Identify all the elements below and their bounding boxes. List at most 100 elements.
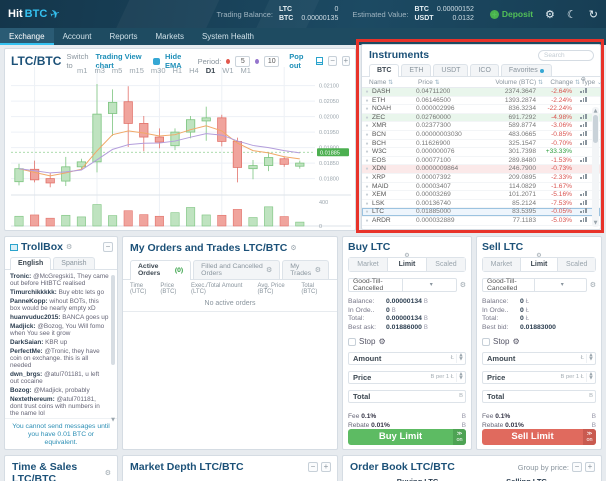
deposit-button[interactable]: + Deposit [489, 9, 533, 19]
tab-filled-cancelled[interactable]: Filled and Cancelled Orders ⚙ [193, 260, 281, 279]
tab-my-trades[interactable]: My Trades ⚙ [282, 260, 329, 279]
favorite-dot-icon[interactable]: ● [362, 114, 372, 123]
stop-checkbox[interactable] [482, 337, 490, 346]
tab-english[interactable]: English [10, 257, 52, 270]
nav-item-reports[interactable]: Reports [101, 28, 147, 45]
chart-type-icon[interactable] [572, 130, 592, 140]
tab-limit[interactable]: Limit [388, 258, 427, 271]
favorite-dot-icon[interactable]: ● [362, 97, 372, 106]
tab-gear-icon[interactable]: ⚙ [404, 252, 409, 259]
chat-username[interactable]: Madjick: [10, 323, 36, 330]
favorite-dot-icon[interactable]: ● [362, 105, 372, 114]
favorite-dot-icon[interactable]: ● [362, 140, 372, 149]
orders-gear-icon[interactable]: ⚙ [290, 244, 296, 252]
instrument-row-bch[interactable]: ● BCH 0.11626900 325.1547 -0.70% [362, 139, 600, 149]
timeframe-d1[interactable]: D1 [206, 66, 216, 75]
instrument-row-ardr[interactable]: ● ARDR 0.000032889 77.1183 -5.03% [362, 216, 600, 226]
instruments-tab-eth[interactable]: ETH [401, 64, 432, 76]
favorite-dot-icon[interactable]: ● [362, 88, 372, 97]
time-in-force-select[interactable]: Good-Till-Cancelled ▾ [348, 278, 457, 292]
instrument-row-w3c[interactable]: ● W3C 0.000000076 301.7398 +33.33% [362, 148, 600, 157]
instrument-row-ltc[interactable]: ● LTC 0.01885000 83.5395 -0.05% [362, 208, 600, 217]
nav-item-system-health[interactable]: System Health [193, 28, 263, 45]
timeframe-m1[interactable]: M1 [241, 66, 251, 75]
favorite-dot-icon[interactable]: ● [362, 122, 372, 131]
chart-type-icon[interactable] [572, 96, 592, 106]
instrument-row-zec[interactable]: ● ZEC 0.02760000 691.7292 -4.98% [362, 113, 600, 123]
tif-gear-icon[interactable]: ⚙ [590, 281, 596, 289]
chart-type-icon[interactable] [572, 148, 592, 157]
tab-market[interactable]: Market [349, 258, 388, 271]
chart-type-icon[interactable] [572, 113, 592, 123]
sell-total-field[interactable]: Total B [482, 389, 596, 403]
instrument-row-xdn[interactable]: ● XDN 0.0000009864 246.7900 -0.73% [362, 165, 600, 174]
nav-item-markets[interactable]: Markets [147, 28, 193, 45]
buy-price-field[interactable]: Price B per 1 Ł ▲ ▼ [348, 370, 466, 384]
favorite-dot-icon[interactable]: ● [362, 157, 372, 166]
chart-type-icon[interactable] [572, 156, 592, 166]
sort-by-price[interactable]: Price ⇅ [418, 79, 480, 86]
chat-username[interactable]: Tronic: [10, 273, 31, 280]
collapse-depth-button[interactable]: − [308, 462, 318, 472]
trollbox-messages[interactable]: Tronic: @McGregski1, They came out befor… [5, 270, 117, 418]
chart-type-icon[interactable] [572, 88, 592, 97]
chart-type-icon[interactable] [572, 165, 592, 174]
collapse-trollbox-button[interactable]: − [103, 242, 113, 252]
chart-type-icon[interactable] [572, 199, 592, 209]
chart-type-icon[interactable] [572, 183, 592, 192]
tab-scaled[interactable]: Scaled [427, 258, 465, 271]
timeframe-m1[interactable]: m1 [77, 66, 87, 75]
stop-gear-icon[interactable]: ⚙ [512, 337, 519, 346]
instrument-row-bcn[interactable]: ● BCN 0.00000003030 483.0665 -0.85% [362, 130, 600, 140]
chat-username[interactable]: DarkSaian: [10, 339, 43, 346]
timeframe-w1[interactable]: W1 [222, 66, 233, 75]
sell-amount-field[interactable]: Amount Ł ▲ ▼ [482, 352, 596, 365]
tab-active-orders[interactable]: Active Orders (0) [130, 260, 192, 280]
night-mode-moon-icon[interactable]: ☾ [567, 8, 577, 21]
type-column-header[interactable]: ⚙ Type ⌄ [580, 76, 602, 86]
nav-item-account[interactable]: Account [54, 28, 101, 45]
chat-username[interactable]: Timurchikkkkk: [10, 289, 57, 296]
tab-limit[interactable]: Limit [520, 258, 559, 271]
chat-username[interactable]: Bozog: [10, 387, 32, 394]
instrument-row-xem[interactable]: ● XEM 0.00003269 101.2071 -5.16% [362, 191, 600, 200]
chat-username[interactable]: Nextethereum: [10, 396, 55, 403]
timeframe-h4[interactable]: H4 [189, 66, 199, 75]
instrument-row-eth[interactable]: ● ETH 0.06146500 1393.2874 -2.24% [362, 96, 600, 106]
instrument-row-eos[interactable]: ● EOS 0.00077100 289.8480 -1.53% [362, 156, 600, 166]
instruments-tab-ico[interactable]: ICO [470, 64, 499, 76]
trollbox-gear-icon[interactable]: ⚙ [66, 243, 72, 251]
sort-by-volume[interactable]: Volume (BTC) ⇅ [480, 79, 543, 86]
timeframe-m5[interactable]: m5 [112, 66, 122, 75]
chat-username[interactable]: huanvuduc2015: [10, 314, 60, 321]
chart-type-icon[interactable] [572, 173, 592, 183]
chart-type-icon[interactable] [572, 216, 592, 226]
timeframe-m3[interactable]: m3 [94, 66, 104, 75]
expand-depth-button[interactable]: + [321, 462, 331, 472]
tab-spanish[interactable]: Spanish [53, 257, 95, 269]
time-sales-gear-icon[interactable]: ⚙ [105, 469, 111, 477]
favorite-dot-icon[interactable]: ● [362, 191, 372, 200]
sell-price-field[interactable]: Price B per 1 Ł ▲ ▼ [482, 370, 596, 384]
sell-limit-button[interactable]: Sell Limit ≫ on [482, 428, 596, 445]
tab-gear-icon[interactable]: ⚙ [536, 252, 541, 259]
hitbtc-logo[interactable]: Hit BTC ✈ [8, 6, 62, 22]
instruments-search-input[interactable] [538, 49, 594, 61]
buy-limit-button[interactable]: Buy Limit ≫ on [348, 428, 466, 445]
instrument-row-xrp[interactable]: ● XRP 0.00007392 209.0895 -2.33% [362, 173, 600, 183]
stop-gear-icon[interactable]: ⚙ [378, 337, 385, 346]
favorite-dot-icon[interactable]: ● [362, 165, 372, 174]
timeframe-h1[interactable]: H1 [173, 66, 183, 75]
favorite-dot-icon[interactable]: ● [362, 131, 372, 140]
group-decrease-button[interactable]: − [572, 462, 582, 472]
chart-type-icon[interactable] [572, 191, 592, 200]
instruments-tab-usdt[interactable]: USDT [433, 64, 469, 76]
nav-item-exchange[interactable]: Exchange [0, 28, 54, 45]
timeframe-m15[interactable]: m15 [129, 66, 144, 75]
candlestick-chart[interactable]: 0.021000.020500.020000.019500.019000.018… [7, 63, 353, 229]
favorite-dot-icon[interactable]: ● [362, 174, 372, 183]
instrument-row-xmr[interactable]: ● XMR 0.02377300 589.8774 -3.06% [362, 122, 600, 131]
tab-scaled[interactable]: Scaled [558, 258, 596, 271]
favorite-dot-icon[interactable]: ● [362, 217, 372, 226]
instruments-scrollbar[interactable]: ▲ ▼ [592, 107, 599, 227]
